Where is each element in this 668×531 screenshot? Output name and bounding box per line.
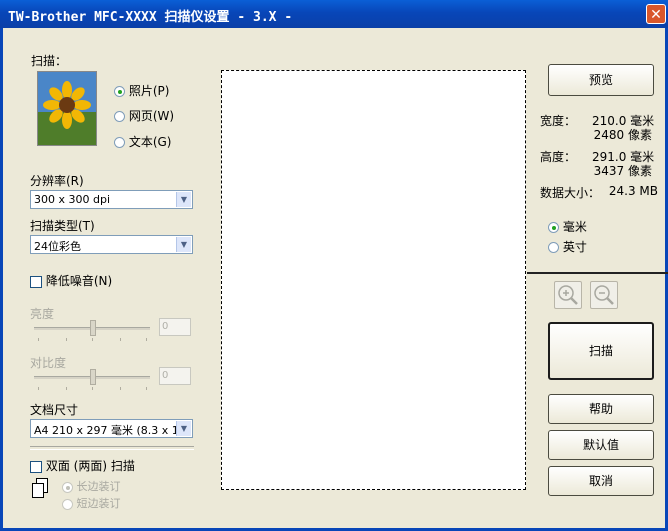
contrast-input[interactable]: 0 [159, 367, 191, 385]
zoom-out-icon [594, 285, 614, 305]
close-icon: ✕ [650, 7, 662, 23]
binding-long-edge[interactable]: 长边装订 [62, 478, 121, 494]
duplex-scan[interactable]: 双面 (两面) 扫描 [30, 457, 135, 474]
close-button[interactable]: ✕ [646, 4, 666, 24]
duplex-checkbox[interactable] [30, 460, 42, 473]
width-label: 宽度： [540, 114, 577, 128]
brightness-input[interactable]: 0 [159, 318, 191, 336]
preview-button[interactable]: 预览 [548, 64, 654, 96]
brightness-slider-handle[interactable] [90, 320, 96, 336]
unit-mm-label: 毫米 [562, 220, 587, 234]
resolution-value: 300 x 300 dpi [34, 193, 111, 206]
mode-text-radio[interactable] [114, 137, 125, 148]
contrast-slider[interactable] [34, 367, 150, 390]
mode-web[interactable]: 网页(W) [114, 107, 174, 124]
scan-type-value: 24位彩色 [34, 240, 81, 253]
chevron-down-icon[interactable]: ▼ [176, 237, 191, 252]
brightness-slider[interactable] [34, 318, 150, 341]
mode-photo-radio[interactable] [114, 86, 125, 97]
binding-short-label: 短边装订 [76, 497, 121, 510]
title-bar: TW-Brother MFC-XXXX 扫描仪设置 - 3.X - ✕ [0, 0, 668, 28]
datasize-label: 数据大小： [540, 186, 601, 200]
help-button[interactable]: 帮助 [548, 394, 654, 424]
photo-thumbnail-icon [37, 71, 97, 146]
binding-long-radio[interactable] [62, 481, 73, 493]
doc-size-select[interactable]: A4 210 x 297 毫米 (8.3 x 1 ▼ [30, 419, 193, 438]
mode-web-radio[interactable] [114, 111, 125, 122]
cancel-button[interactable]: 取消 [548, 466, 654, 496]
zoom-in-button[interactable] [554, 281, 582, 309]
scan-heading: 扫描： [31, 54, 68, 68]
doc-size-label: 文档尺寸 [30, 403, 79, 417]
unit-mm[interactable]: 毫米 [548, 218, 587, 235]
mode-photo-label: 照片(P) [128, 84, 170, 98]
noise-reduction-label: 降低噪音(N) [45, 274, 113, 288]
width-px: 2480 像素 [593, 128, 652, 142]
unit-mm-radio[interactable] [548, 222, 559, 233]
mode-text-label: 文本(G) [128, 135, 172, 149]
window-title: TW-Brother MFC-XXXX 扫描仪设置 - 3.X - [8, 10, 293, 25]
height-px: 3437 像素 [593, 164, 652, 178]
mode-photo[interactable]: 照片(P) [114, 82, 169, 99]
scan-button[interactable]: 扫描 [548, 322, 654, 380]
mode-text[interactable]: 文本(G) [114, 133, 172, 150]
height-label: 高度： [540, 150, 577, 164]
contrast-slider-handle[interactable] [90, 369, 96, 385]
datasize-value: 24.3 MB [608, 184, 658, 198]
preview-area[interactable] [221, 70, 526, 490]
doc-size-value: A4 210 x 297 毫米 (8.3 x 1 [34, 424, 179, 437]
resolution-select[interactable]: 300 x 300 dpi ▼ [30, 190, 193, 209]
divider [30, 446, 194, 450]
chevron-down-icon[interactable]: ▼ [176, 192, 191, 207]
scan-type-label: 扫描类型(T) [30, 219, 95, 233]
zoom-in-icon [558, 285, 578, 305]
binding-short-radio[interactable] [62, 498, 73, 510]
panel-separator [527, 272, 668, 274]
mode-web-label: 网页(W) [128, 109, 175, 123]
duplex-pages-icon [32, 478, 48, 498]
duplex-label: 双面 (两面) 扫描 [45, 459, 135, 473]
binding-short-edge[interactable]: 短边装订 [62, 495, 121, 511]
scan-type-select[interactable]: 24位彩色 ▼ [30, 235, 193, 254]
unit-inch-label: 英寸 [562, 240, 587, 254]
noise-reduction-checkbox[interactable] [30, 275, 42, 288]
default-button[interactable]: 默认值 [548, 430, 654, 460]
chevron-down-icon[interactable]: ▼ [176, 421, 191, 436]
unit-inch[interactable]: 英寸 [548, 238, 587, 255]
zoom-out-button[interactable] [590, 281, 618, 309]
binding-long-label: 长边装订 [76, 480, 121, 493]
unit-inch-radio[interactable] [548, 242, 559, 253]
noise-reduction[interactable]: 降低噪音(N) [30, 272, 112, 289]
resolution-label: 分辨率(R) [30, 174, 84, 188]
